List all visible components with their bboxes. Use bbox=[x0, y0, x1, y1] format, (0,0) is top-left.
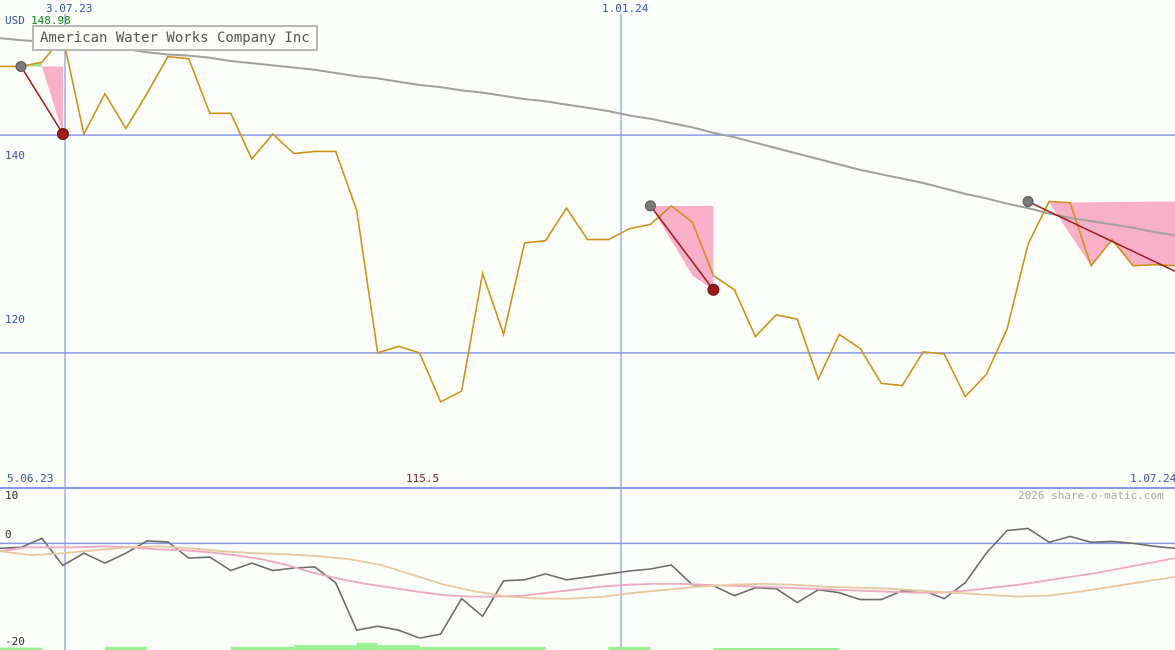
currency-label: USD bbox=[5, 14, 25, 27]
date-label-end: 1.07.24 bbox=[1130, 472, 1175, 485]
oscillator-line bbox=[0, 527, 1175, 639]
date-label-top-2: 1.01.24 bbox=[602, 2, 649, 15]
date-label-start: 5.06.23 bbox=[7, 472, 54, 485]
volume-bar bbox=[377, 645, 420, 650]
signal-line-tan bbox=[0, 545, 1175, 600]
osc-tick-minus-20: -20 bbox=[5, 635, 25, 648]
osc-tick-10: 10 bbox=[5, 489, 19, 502]
stock-chart bbox=[0, 14, 1175, 650]
volume-bar bbox=[356, 642, 378, 650]
price-line bbox=[0, 35, 1175, 404]
min-value-label: 115.5 bbox=[406, 472, 440, 485]
company-title: American Water Works Company Inc bbox=[32, 25, 318, 51]
trend-start-marker bbox=[15, 60, 27, 72]
loss-region bbox=[1049, 201, 1175, 266]
moving-average-line bbox=[0, 37, 1175, 237]
y-tick-120: 120 bbox=[5, 313, 25, 326]
osc-tick-0: 0 bbox=[5, 528, 12, 541]
trend-start-marker bbox=[644, 200, 656, 212]
trend-start-marker bbox=[1022, 196, 1034, 208]
watermark: 2026 share-o-matic.com bbox=[1018, 489, 1164, 502]
signal-line-pink bbox=[0, 545, 1175, 598]
volume-bar bbox=[293, 645, 357, 650]
trend-end-marker bbox=[56, 127, 69, 140]
y-tick-140: 140 bbox=[5, 149, 25, 162]
trend-end-marker bbox=[707, 283, 720, 296]
date-label-top-1: 3.07.23 bbox=[46, 2, 93, 15]
loss-region bbox=[41, 66, 63, 134]
